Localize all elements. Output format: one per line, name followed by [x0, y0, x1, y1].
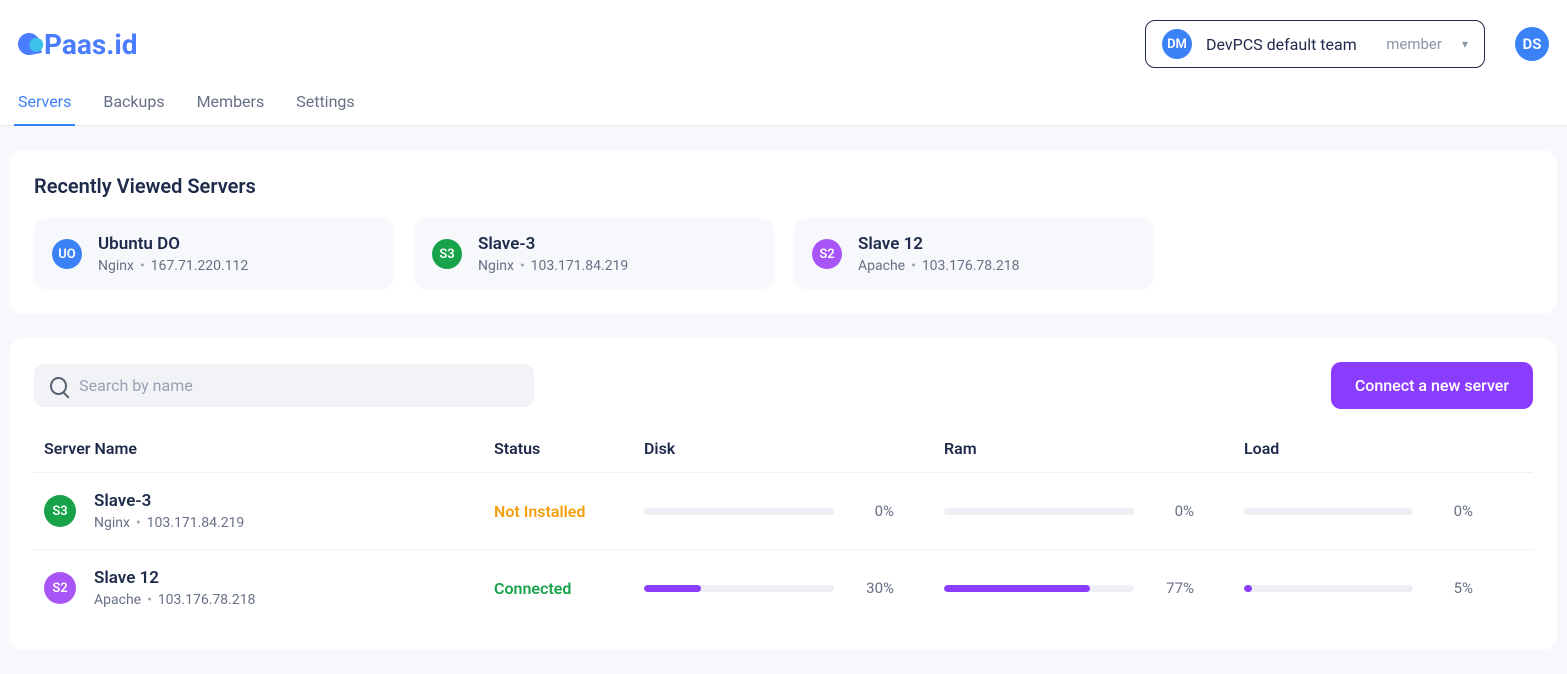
progress-bar: [1244, 585, 1413, 592]
tab-members[interactable]: Members: [197, 92, 265, 125]
recent-server-card[interactable]: S2 Slave 12 Apache•103.176.78.218: [794, 218, 1154, 290]
server-name: Slave 12: [94, 568, 255, 588]
tab-backups[interactable]: Backups: [103, 92, 164, 125]
logo[interactable]: Paas.id: [18, 28, 138, 61]
progress-bar: [944, 585, 1134, 592]
recent-server-card[interactable]: UO Ubuntu DO Nginx•167.71.220.112: [34, 218, 394, 290]
server-avatar: S3: [432, 239, 462, 269]
metric-value: 0%: [1154, 502, 1194, 520]
status-label: Connected: [494, 579, 644, 598]
progress-bar: [644, 508, 834, 515]
server-avatar: S3: [44, 495, 76, 527]
server-sub: Nginx•167.71.220.112: [98, 258, 248, 274]
metric: 0%: [1244, 502, 1523, 520]
chevron-down-icon: ▾: [1462, 37, 1468, 51]
metric-value: 5%: [1433, 579, 1473, 597]
server-avatar: S2: [44, 572, 76, 604]
connect-server-button[interactable]: Connect a new server: [1331, 362, 1533, 409]
table-header: Server Name Status Disk Ram Load: [34, 431, 1533, 472]
server-name: Slave 12: [858, 234, 1019, 254]
tab-settings[interactable]: Settings: [296, 92, 354, 125]
metric: 0%: [944, 502, 1244, 520]
server-sub: Apache•103.176.78.218: [94, 592, 255, 608]
recent-title: Recently Viewed Servers: [34, 174, 1533, 198]
server-avatar: UO: [52, 239, 82, 269]
team-role: member: [1386, 35, 1442, 53]
table-row[interactable]: S3 Slave-3 Nginx•103.171.84.219 Not Inst…: [34, 472, 1533, 549]
cloud-icon: [16, 31, 41, 56]
recent-server-card[interactable]: S3 Slave-3 Nginx•103.171.84.219: [414, 218, 774, 290]
col-status: Status: [494, 439, 644, 458]
server-name: Ubuntu DO: [98, 234, 248, 254]
server-avatar: S2: [812, 239, 842, 269]
metric: 77%: [944, 579, 1244, 597]
col-disk: Disk: [644, 439, 944, 458]
user-avatar[interactable]: DS: [1515, 27, 1549, 61]
search-wrap[interactable]: [34, 364, 534, 407]
server-name: Slave-3: [478, 234, 628, 254]
col-ram: Ram: [944, 439, 1244, 458]
server-sub: Apache•103.176.78.218: [858, 258, 1019, 274]
progress-bar: [644, 585, 834, 592]
server-sub: Nginx•103.171.84.219: [94, 515, 244, 531]
col-name: Server Name: [44, 439, 494, 458]
team-avatar: DM: [1162, 29, 1192, 59]
search-icon: [50, 377, 67, 395]
tab-servers[interactable]: Servers: [18, 92, 71, 125]
recent-panel: Recently Viewed Servers UO Ubuntu DO Ngi…: [10, 150, 1557, 314]
team-selector[interactable]: DM DevPCS default team member ▾: [1145, 20, 1485, 68]
progress-bar: [944, 508, 1134, 515]
nav-tabs: Servers Backups Members Settings: [0, 68, 1567, 126]
servers-panel: Connect a new server Server Name Status …: [10, 338, 1557, 650]
table-row[interactable]: S2 Slave 12 Apache•103.176.78.218 Connec…: [34, 549, 1533, 626]
team-name: DevPCS default team: [1206, 35, 1372, 54]
server-sub: Nginx•103.171.84.219: [478, 258, 628, 274]
progress-bar: [1244, 508, 1413, 515]
metric-value: 0%: [1433, 502, 1473, 520]
search-input[interactable]: [79, 376, 518, 395]
metric: 0%: [644, 502, 944, 520]
col-load: Load: [1244, 439, 1523, 458]
metric-value: 30%: [854, 579, 894, 597]
metric: 30%: [644, 579, 944, 597]
status-label: Not Installed: [494, 502, 644, 521]
metric-value: 0%: [854, 502, 894, 520]
server-name: Slave-3: [94, 491, 244, 511]
logo-text: Paas.id: [44, 28, 138, 61]
metric: 5%: [1244, 579, 1523, 597]
metric-value: 77%: [1154, 579, 1194, 597]
